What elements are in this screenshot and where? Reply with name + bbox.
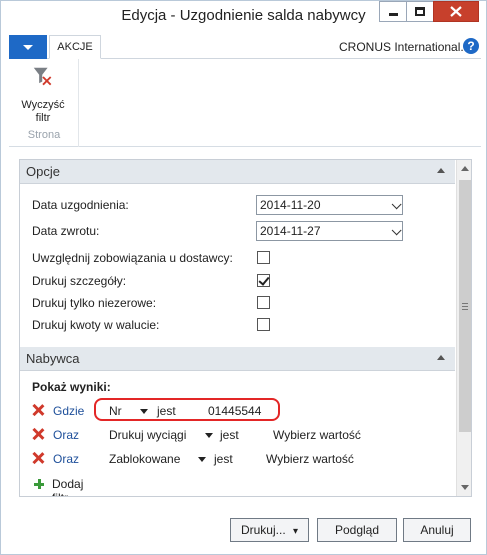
return-date-field[interactable]: 2014-11-27 xyxy=(256,221,403,241)
remove-filter-icon[interactable] xyxy=(32,428,44,440)
field-label: Drukuj tylko niezerowe: xyxy=(32,296,157,310)
field-value: 2014-11-27 xyxy=(260,224,321,238)
highlight-annotation xyxy=(94,398,280,421)
add-filter-label: Dodaj filtr xyxy=(52,477,84,496)
filter-operator: jest xyxy=(220,428,239,442)
maximize-icon xyxy=(415,7,425,16)
ribbon: Wyczyść filtr Strona xyxy=(9,59,481,147)
collapse-icon xyxy=(437,168,445,173)
cancel-button[interactable]: Anuluj xyxy=(403,518,471,542)
vertical-scrollbar[interactable] xyxy=(456,160,471,496)
title-bar: Edycja - Uzgodnienie salda nabywcy xyxy=(1,1,486,31)
field-label: Drukuj szczegóły: xyxy=(32,274,127,288)
chevron-down-icon xyxy=(23,44,33,50)
show-results-label: Pokaż wyniki: xyxy=(32,380,111,394)
filter-value[interactable]: Wybierz wartość xyxy=(273,428,361,442)
filter-field[interactable]: Drukuj wyciągi xyxy=(109,428,186,442)
ribbon-tab-bar: AKCJE CRONUS International... ? xyxy=(9,35,481,59)
reconciliation-date-field[interactable]: 2014-11-20 xyxy=(256,195,403,215)
filter-conjunction[interactable]: Gdzie xyxy=(53,404,84,418)
clear-filter-label-line1: Wyczyść xyxy=(21,99,65,111)
scroll-down-icon[interactable] xyxy=(461,485,469,490)
chevron-down-icon[interactable] xyxy=(391,225,402,236)
filter-field[interactable]: Zablokowane xyxy=(109,452,180,466)
include-vendor-checkbox[interactable] xyxy=(257,251,270,264)
ribbon-group-label: Strona xyxy=(27,129,61,141)
collapse-icon xyxy=(437,355,445,360)
chevron-down-icon[interactable] xyxy=(391,199,402,210)
clear-filter-icon xyxy=(33,67,52,86)
report-request-window: Edycja - Uzgodnienie salda nabywcy AKCJE… xyxy=(0,0,487,555)
application-menu-button[interactable] xyxy=(9,35,47,59)
grip-icon xyxy=(462,303,468,310)
minimize-button[interactable] xyxy=(379,1,406,22)
print-button[interactable]: Drukuj... ▾ xyxy=(230,518,309,542)
filter-row: Oraz Zablokowane jest Wybierz wartość xyxy=(32,450,452,470)
customer-section-header[interactable]: Nabywca xyxy=(20,347,455,371)
filter-operator: jest xyxy=(214,452,233,466)
filter-value[interactable]: Wybierz wartość xyxy=(266,452,354,466)
field-label: Drukuj kwoty w walucie: xyxy=(32,318,160,332)
request-page-content: Opcje Data uzgodnienia: 2014-11-20 Data … xyxy=(19,159,472,497)
close-icon xyxy=(450,6,462,17)
customer-section-title: Nabywca xyxy=(26,351,80,366)
minimize-icon xyxy=(388,13,398,16)
plus-icon xyxy=(34,479,44,489)
company-name[interactable]: CRONUS International... xyxy=(339,40,470,54)
clear-filter-label: Wyczyść filtr xyxy=(15,99,71,125)
print-details-checkbox[interactable] xyxy=(257,274,270,287)
help-icon[interactable]: ? xyxy=(463,38,479,54)
print-nonzero-checkbox[interactable] xyxy=(257,296,270,309)
remove-filter-icon[interactable] xyxy=(32,404,44,416)
ribbon-group-page: Wyczyść filtr Strona xyxy=(9,59,79,147)
tab-actions[interactable]: AKCJE xyxy=(49,35,101,59)
scroll-up-icon[interactable] xyxy=(461,166,469,171)
chevron-down-icon: ▾ xyxy=(293,526,299,537)
options-section-header[interactable]: Opcje xyxy=(20,160,455,184)
options-section-title: Opcje xyxy=(26,164,60,179)
filter-conjunction[interactable]: Oraz xyxy=(53,428,79,442)
print-button-label: Drukuj... xyxy=(240,523,286,537)
filter-row: Oraz Drukuj wyciągi jest Wybierz wartość xyxy=(32,426,452,446)
field-label: Data uzgodnienia: xyxy=(32,198,129,212)
clear-filter-button[interactable]: Wyczyść filtr xyxy=(19,63,67,125)
preview-button[interactable]: Podgląd xyxy=(317,518,397,542)
field-label: Data zwrotu: xyxy=(32,224,100,238)
print-currency-checkbox[interactable] xyxy=(257,318,270,331)
chevron-down-icon[interactable] xyxy=(198,457,206,462)
filter-conjunction[interactable]: Oraz xyxy=(53,452,79,466)
chevron-down-icon[interactable] xyxy=(205,433,213,438)
remove-filter-icon[interactable] xyxy=(32,452,44,464)
maximize-button[interactable] xyxy=(406,1,433,22)
field-value: 2014-11-20 xyxy=(260,198,321,212)
clear-filter-label-line2: filtr xyxy=(35,112,51,124)
scrollbar-thumb[interactable] xyxy=(459,180,471,432)
close-button[interactable] xyxy=(433,1,479,22)
field-label: Uwzględnij zobowiązania u dostawcy: xyxy=(32,251,233,265)
